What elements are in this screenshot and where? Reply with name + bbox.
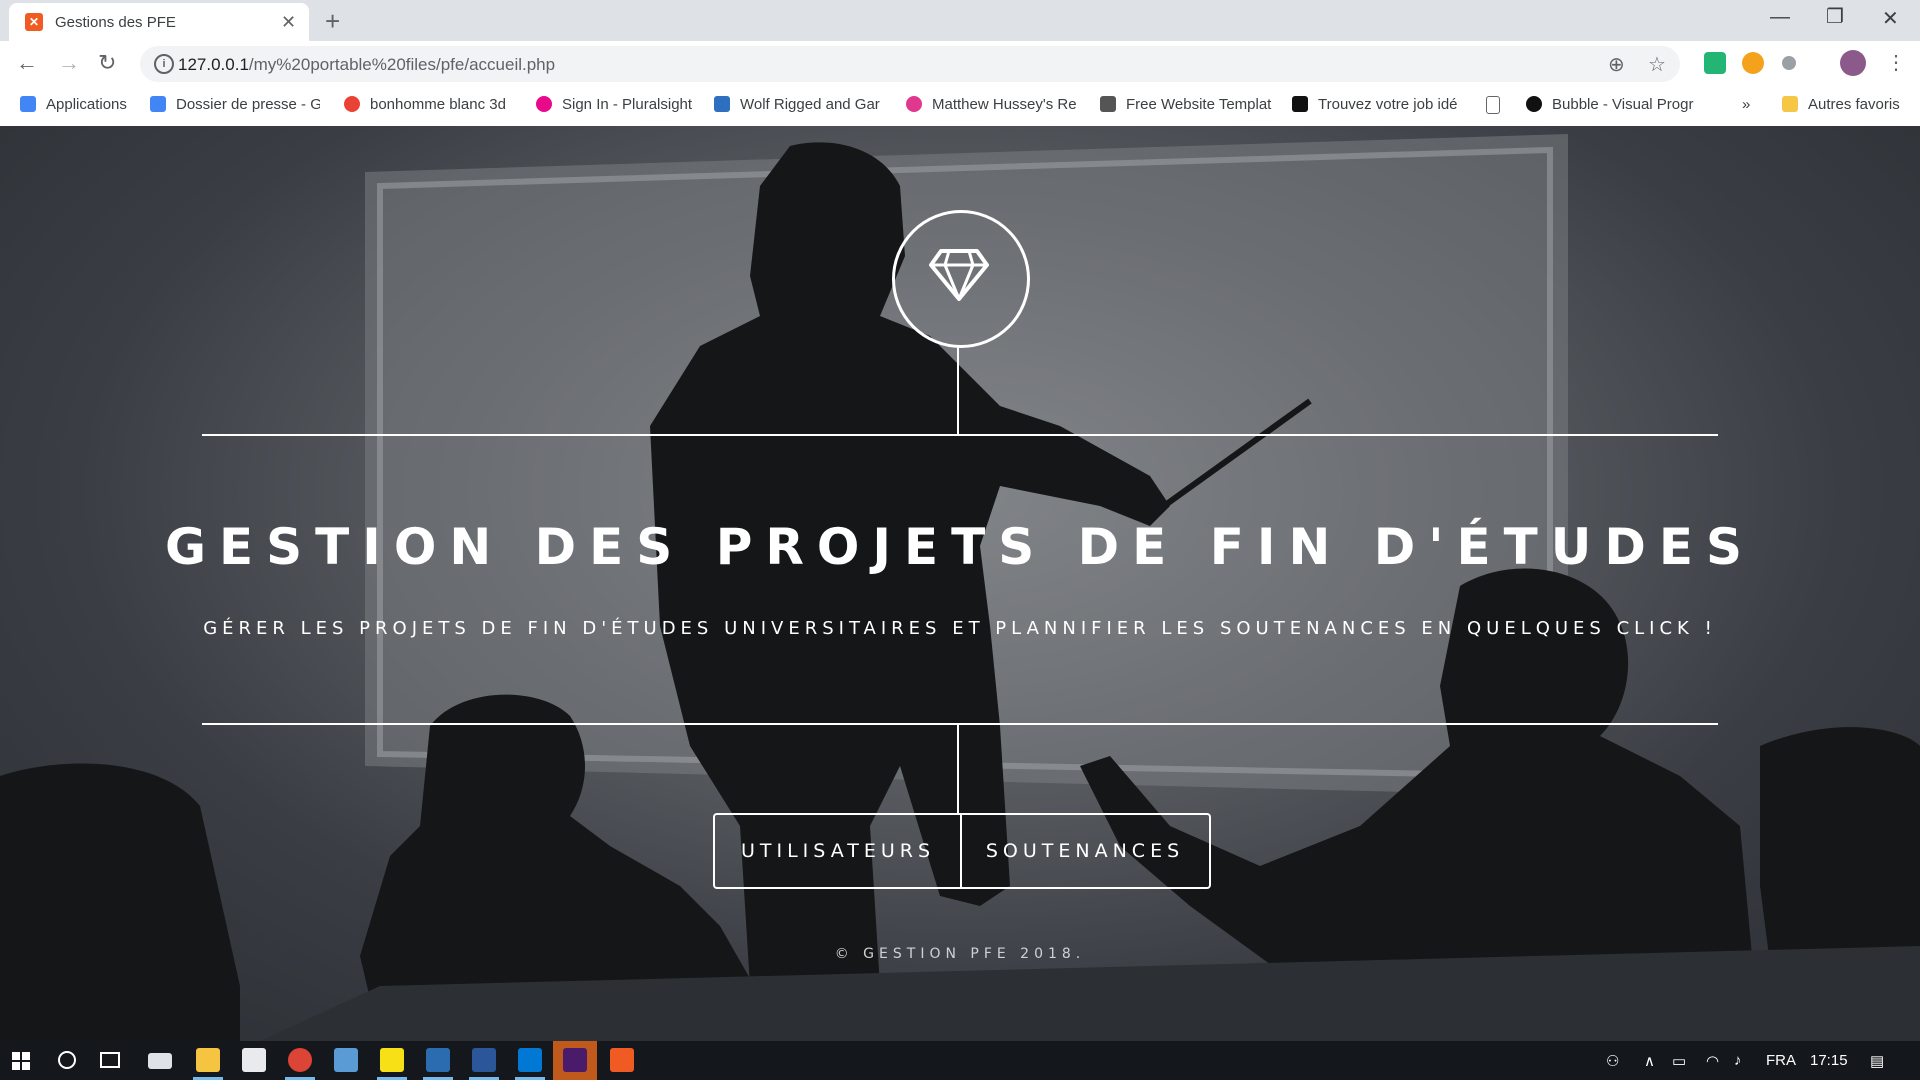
xampp-icon: ✕: [25, 13, 43, 31]
reload-icon[interactable]: ↻: [98, 50, 116, 76]
bookmark-item[interactable]: Wolf Rigged and Gar: [714, 96, 884, 113]
page-hero: GESTION DES PROJETS DE FIN D'ÉTUDES GÉRE…: [0, 126, 1920, 1041]
mail-icon[interactable]: [148, 1053, 172, 1069]
zoom-icon[interactable]: ⊕: [1608, 52, 1625, 77]
store-icon[interactable]: [242, 1048, 266, 1072]
security-icon[interactable]: [426, 1048, 450, 1072]
bookmark-star-icon[interactable]: ☆: [1648, 52, 1666, 77]
vscode-icon[interactable]: [518, 1048, 542, 1072]
google-icon: [344, 96, 360, 112]
menu-dots-icon[interactable]: ⋮: [1886, 50, 1906, 75]
soutenances-button[interactable]: SOUTENANCES: [962, 815, 1208, 887]
hero-top-connector: [957, 346, 959, 436]
tab-strip: ✕ Gestions des PFE ✕ + — ❐ ✕: [0, 0, 1920, 41]
tab-close-icon[interactable]: ✕: [281, 12, 296, 33]
hero-bottom-connector: [957, 724, 959, 814]
extension-green-icon[interactable]: [1704, 52, 1726, 74]
windows-taskbar: ⚇ ∧ ▭ ◠ ♪ FRA 17:15 ▤: [0, 1041, 1920, 1080]
tab-title: Gestions des PFE: [55, 14, 176, 31]
hussey-icon: [906, 96, 922, 112]
bookmarks-overflow-button[interactable]: »: [1742, 96, 1750, 113]
pluralsight-icon: [536, 96, 552, 112]
volume-icon[interactable]: ♪: [1734, 1052, 1742, 1069]
address-bar[interactable]: i 127.0.0.1/my%20portable%20files/pfe/ac…: [140, 46, 1680, 82]
page-icon: [1486, 96, 1500, 114]
apps-grid-icon: [20, 96, 36, 112]
url-text[interactable]: 127.0.0.1/my%20portable%20files/pfe/accu…: [178, 55, 555, 75]
browser-toolbar: ← → ↻ i 127.0.0.1/my%20portable%20files/…: [0, 41, 1920, 87]
xampp-icon[interactable]: [610, 1048, 634, 1072]
bookmark-item[interactable]: bonhomme blanc 3d: [344, 96, 512, 113]
3d-icon: [714, 96, 730, 112]
hero-top-rule: [202, 434, 1718, 436]
diamond-icon: [929, 249, 989, 301]
profile-avatar[interactable]: [1840, 50, 1866, 76]
tab-active[interactable]: ✕ Gestions des PFE ✕: [9, 3, 309, 41]
3d-app-icon[interactable]: [334, 1048, 358, 1072]
forward-icon[interactable]: →: [58, 50, 80, 76]
page-title: GESTION DES PROJETS DE FIN D'ÉTUDES: [164, 518, 1756, 576]
bookmark-item[interactable]: Bubble - Visual Progr: [1526, 96, 1698, 113]
phpstorm-icon[interactable]: [563, 1048, 587, 1072]
tray-chevron-icon[interactable]: ∧: [1644, 1052, 1655, 1070]
file-explorer-icon[interactable]: [196, 1048, 220, 1072]
back-icon[interactable]: ←: [16, 50, 38, 76]
task-view-icon[interactable]: [100, 1052, 120, 1068]
word-icon[interactable]: [472, 1048, 496, 1072]
site-info-icon[interactable]: i: [154, 54, 174, 74]
page-subtitle: GÉRER LES PROJETS DE FIN D'ÉTUDES UNIVER…: [203, 618, 1717, 639]
battery-icon[interactable]: ▭: [1672, 1052, 1686, 1070]
restore-icon[interactable]: ❐: [1826, 4, 1844, 29]
minimize-icon[interactable]: —: [1770, 6, 1790, 29]
window-close-icon[interactable]: ✕: [1882, 6, 1899, 31]
docs-icon: [150, 96, 166, 112]
w-icon: [1292, 96, 1308, 112]
wifi-icon[interactable]: ◠: [1706, 1052, 1719, 1070]
copyright-footer: © GESTION PFE 2018.: [834, 946, 1086, 962]
other-bookmarks-folder[interactable]: Autres favoris: [1782, 96, 1900, 113]
bookmark-item[interactable]: [1486, 96, 1510, 115]
bookmark-item[interactable]: Matthew Hussey's Re: [906, 96, 1076, 113]
clock[interactable]: 17:15: [1810, 1052, 1848, 1069]
extension-key-icon[interactable]: [1742, 52, 1764, 74]
bookmarks-bar: Applications Dossier de presse - G bonho…: [0, 87, 1920, 127]
bubble-icon: [1526, 96, 1542, 112]
folder-icon: [1782, 96, 1798, 112]
bookmark-item[interactable]: Trouvez votre job idé: [1292, 96, 1464, 113]
extension-gray-icon[interactable]: [1782, 56, 1796, 70]
logo-circle: [892, 210, 1030, 348]
bookmark-item[interactable]: Dossier de presse - G: [150, 96, 320, 113]
bookmark-item[interactable]: Sign In - Pluralsight: [536, 96, 692, 113]
notification-center-icon[interactable]: ▤: [1870, 1052, 1884, 1070]
bookmark-item[interactable]: Free Website Templat: [1100, 96, 1275, 113]
utilisateurs-button[interactable]: UTILISATEURS: [715, 815, 961, 887]
new-tab-icon[interactable]: +: [325, 6, 340, 37]
cortana-search-icon[interactable]: [58, 1051, 76, 1069]
bookmark-item[interactable]: Applications: [20, 96, 127, 113]
sticky-notes-icon[interactable]: [380, 1048, 404, 1072]
hero-bottom-rule: [202, 723, 1718, 725]
chrome-icon[interactable]: [288, 1048, 312, 1072]
ost-icon: [1100, 96, 1116, 112]
people-icon[interactable]: ⚇: [1606, 1052, 1619, 1070]
windows-start-icon[interactable]: [12, 1052, 30, 1070]
language-indicator[interactable]: FRA: [1766, 1052, 1796, 1069]
hero-button-group: UTILISATEURS SOUTENANCES: [713, 813, 1211, 889]
